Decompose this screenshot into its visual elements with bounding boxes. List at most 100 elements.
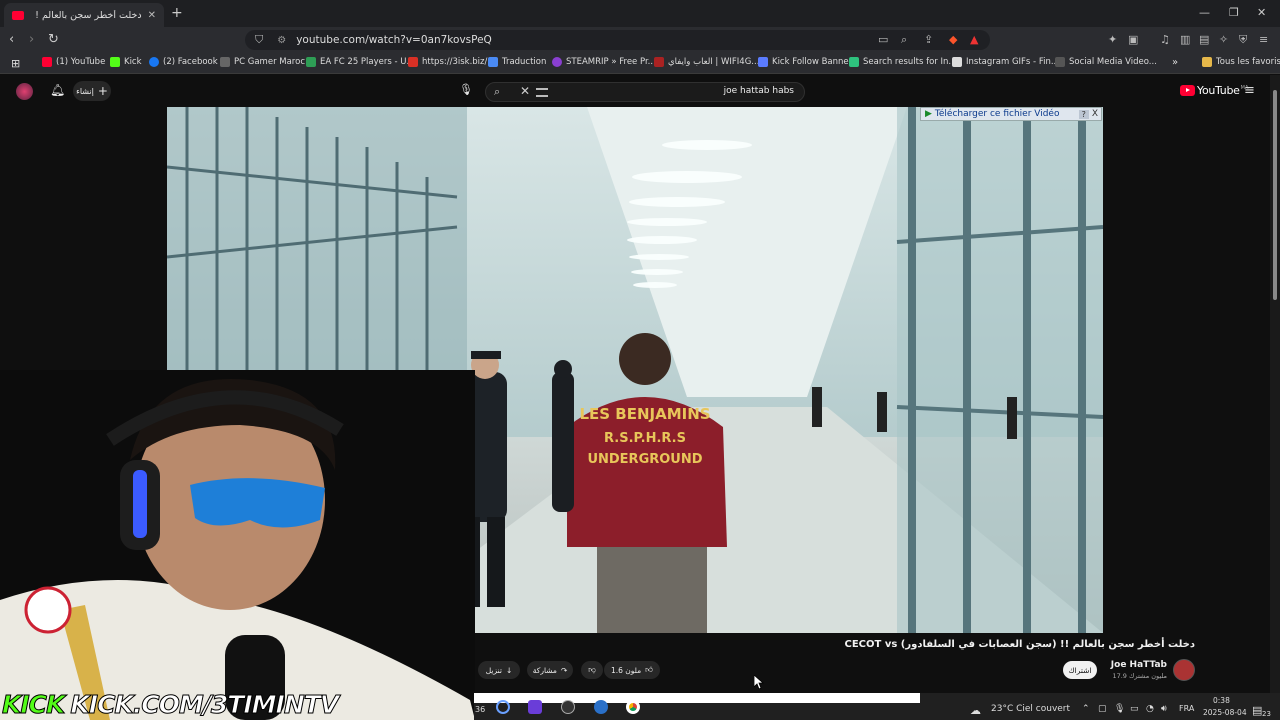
bookmark-social-media-video[interactable]: Social Media Video...	[1055, 57, 1157, 67]
bookmark-pc-gamer[interactable]: PC Gamer Maroc	[220, 57, 305, 67]
volume-icon[interactable]: 🔊︎	[1161, 704, 1167, 714]
back-icon[interactable]: ‹	[9, 32, 14, 47]
channel-avatar[interactable]	[1173, 659, 1195, 681]
page-scrollbar[interactable]	[1270, 75, 1280, 695]
download-video-label[interactable]: Télécharger ce fichier Vidéo	[935, 109, 1060, 119]
bookmark-traduction[interactable]: Traduction	[488, 57, 546, 67]
3isk-icon	[408, 57, 418, 67]
tab-strip: دخلت أخطر سجن بالعالم !! (سجن ✕ + — ❐ ✕	[0, 0, 1280, 27]
shirt-text-line1: LES BENJAMINS	[579, 405, 710, 423]
youtube-logo[interactable]: YouTube MA	[1180, 84, 1248, 97]
channel-info[interactable]: Joe HaTTab 17.9 مليون مشترك	[1110, 660, 1167, 680]
language-indicator[interactable]: FRA	[1179, 704, 1194, 713]
bookmark-instagram-gifs[interactable]: Instagram GIFs - Fin...	[952, 57, 1059, 67]
search-icon[interactable]: ⌕	[494, 85, 500, 99]
notifications-center-icon[interactable]: ▤	[1252, 704, 1262, 717]
site-info-icon[interactable]: ⚙	[277, 35, 286, 46]
wifi-icon[interactable]: ◔	[1146, 704, 1154, 714]
bookmark-kick[interactable]: Kick	[110, 57, 142, 67]
bookmark-youtube[interactable]: (1) YouTube	[42, 57, 105, 67]
menu-icon[interactable]: ≡	[1259, 33, 1268, 46]
bookmark-label: Search results for In...	[863, 57, 957, 67]
notifications-icon[interactable]: 🔔︎	[50, 83, 65, 97]
cast-icon[interactable]: ▭	[878, 33, 888, 46]
sidebar-icon[interactable]: ▥	[1180, 33, 1190, 46]
create-button[interactable]: إنشاء +	[73, 81, 111, 101]
bookmark-wifi4g[interactable]: العاب وايفاي | WIFI4G...	[654, 57, 759, 67]
tab-close-icon[interactable]: ✕	[148, 10, 156, 21]
vpn-icon[interactable]: ⛨	[1239, 33, 1247, 47]
chrome-icon[interactable]	[626, 700, 640, 714]
search-input[interactable]: ⌕ ✕ joe hattab habs	[485, 82, 805, 102]
url-text[interactable]: youtube.com/watch?v=0an7kovsPeQ	[296, 34, 492, 46]
close-window-button[interactable]: ✕	[1257, 6, 1266, 19]
bookmark-page-icon[interactable]: ⛉	[255, 33, 263, 47]
bookmark-kick-follow[interactable]: Kick Follow Banner	[758, 57, 852, 67]
download-arrow-icon: ↓	[505, 665, 513, 675]
reload-icon[interactable]: ↻	[48, 32, 59, 47]
bookmark-ea-fc[interactable]: EA FC 25 Players - U...	[306, 57, 415, 67]
restore-button[interactable]: ❐	[1229, 6, 1239, 19]
kick-icon	[110, 57, 120, 67]
channel-name[interactable]: Joe HaTTab	[1110, 660, 1167, 670]
wallet-icon[interactable]: ▤	[1199, 33, 1209, 46]
search-results-icon	[849, 57, 859, 67]
bookmark-3isk[interactable]: https://3isk.biz/	[408, 57, 487, 67]
like-button[interactable]: 1.6 ملون 👍︎	[604, 661, 660, 679]
guide-menu-icon[interactable]: ≡	[1244, 83, 1255, 98]
download-video-bar[interactable]: ▶ Télécharger ce fichier Vidéo ? X	[920, 107, 1102, 121]
screenshot-icon[interactable]: ▣	[1128, 33, 1138, 46]
account-avatar[interactable]	[16, 83, 33, 100]
keyboard-icon[interactable]	[536, 88, 548, 97]
help-button[interactable]: ?	[1078, 109, 1089, 119]
new-tab-button[interactable]: +	[171, 5, 183, 21]
extensions-icon[interactable]: ✦	[1108, 33, 1117, 46]
more-bookmarks-icon[interactable]: »	[1172, 57, 1178, 68]
download-button[interactable]: تنزيل ↓	[478, 661, 520, 679]
facebook-icon	[149, 57, 159, 67]
leo-ai-icon[interactable]: ✧	[1219, 33, 1228, 46]
apps-grid-icon[interactable]: ⊞	[11, 57, 20, 70]
microphone-icon[interactable]: 🎙︎	[1114, 704, 1125, 714]
network-icon[interactable]: ▭	[1130, 704, 1139, 714]
forward-icon[interactable]: ›	[29, 32, 34, 47]
browser-tab[interactable]: دخلت أخطر سجن بالعالم !! (سجن ✕	[4, 3, 164, 27]
clear-search-icon[interactable]: ✕	[520, 84, 530, 98]
media-icon[interactable]: ♫	[1160, 33, 1170, 46]
search-query[interactable]: joe hattab habs	[724, 86, 794, 96]
thumbs-down-icon: 👎︎	[588, 665, 596, 674]
streamer-webcam-image	[0, 370, 475, 720]
weather-cloud-icon[interactable]: ☁	[970, 704, 981, 717]
clock-time[interactable]: 0:38	[1213, 696, 1230, 705]
tab-title: دخلت أخطر سجن بالعالم !! (سجن	[34, 9, 142, 21]
tray-app-icon[interactable]: ▢	[1098, 704, 1107, 714]
share-button[interactable]: مشاركة ↷	[527, 661, 573, 679]
bookmark-label: Kick	[124, 57, 142, 67]
subscribe-button[interactable]: اشتراك	[1063, 661, 1097, 679]
share-icon[interactable]: ⇪	[924, 33, 933, 46]
youtube-header: 🔔︎ إنشاء + 🎙︎ ⌕ ✕ joe hattab habs YouTub…	[0, 75, 1270, 107]
bookmark-steamrip[interactable]: STEAMRIP » Free Pr...	[552, 57, 656, 67]
webcam-overlay	[0, 370, 475, 720]
voice-search-icon[interactable]: 🎙︎	[459, 83, 473, 96]
zoom-icon[interactable]: ⌕	[901, 33, 907, 47]
cortana-icon[interactable]	[496, 700, 510, 714]
clock-date[interactable]: 2025-08-04	[1203, 708, 1247, 717]
game-controller-icon[interactable]	[528, 700, 542, 714]
dislike-button[interactable]: 👎︎	[581, 661, 603, 679]
minimize-button[interactable]: —	[1199, 6, 1210, 19]
weather-text[interactable]: 23°C Ciel couvert	[991, 704, 1070, 714]
bookmark-search-results[interactable]: Search results for In...	[849, 57, 956, 67]
photos-app-icon[interactable]	[594, 700, 608, 714]
media-player-icon[interactable]	[561, 700, 575, 714]
close-download-bar-button[interactable]: X	[1089, 109, 1101, 119]
scrollbar-thumb[interactable]	[1273, 90, 1277, 300]
all-bookmarks[interactable]: Tous les favoris	[1202, 57, 1280, 67]
bookmark-label: Instagram GIFs - Fin...	[966, 57, 1059, 67]
bookmark-facebook[interactable]: (2) Facebook	[149, 57, 218, 67]
rewards-icon[interactable]: ▲	[970, 33, 978, 46]
mouse-cursor-icon	[754, 675, 764, 689]
video-title: دخلت أخطر سجن بالعالم !! (سجن العصابات ف…	[844, 639, 1196, 650]
tray-chevron-icon[interactable]: ⌃	[1082, 704, 1090, 714]
brave-shield-icon[interactable]: ◆	[949, 33, 957, 46]
